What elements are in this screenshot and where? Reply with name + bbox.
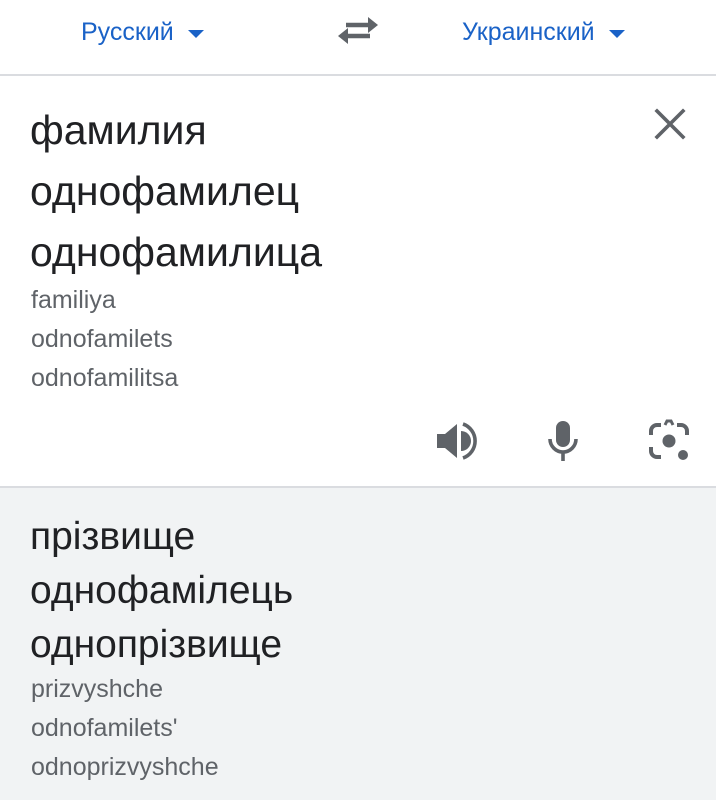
target-language-label: Украинский — [462, 17, 595, 46]
source-text-input[interactable]: фамилия однофамилец однофамилица — [30, 100, 630, 283]
caret-down-icon — [187, 30, 204, 38]
voice-input-button[interactable] — [541, 419, 585, 463]
target-language-selector[interactable]: Украинский — [462, 12, 625, 52]
microphone-icon — [548, 421, 578, 461]
camera-translate-button[interactable] — [647, 419, 691, 463]
source-transliteration: familiya odnofamilets odnofamilitsa — [31, 286, 179, 392]
listen-source-button[interactable] — [433, 419, 477, 463]
swap-arrows-icon — [338, 17, 378, 44]
source-language-label: Русский — [81, 17, 174, 46]
translation-transliteration: prizvyshche odnofamilets' odnoprizvyshch… — [31, 675, 219, 781]
swap-languages-button[interactable] — [336, 13, 380, 49]
translation-text: прізвище однофамілець однопрізвище — [30, 515, 294, 666]
translation-panel: прізвище однофамілець однопрізвище prizv… — [0, 488, 716, 800]
translate-app: Русский Украинский фамилия однофамилец о… — [0, 0, 716, 800]
language-bar: Русский Украинский — [0, 0, 716, 76]
source-panel: фамилия однофамилец однофамилица familiy… — [0, 76, 716, 486]
source-language-selector[interactable]: Русский — [81, 12, 204, 52]
close-icon — [654, 108, 686, 140]
caret-down-icon — [608, 30, 625, 38]
speaker-icon — [437, 422, 477, 460]
clear-text-button[interactable] — [650, 104, 690, 144]
camera-lens-icon — [649, 419, 689, 460]
